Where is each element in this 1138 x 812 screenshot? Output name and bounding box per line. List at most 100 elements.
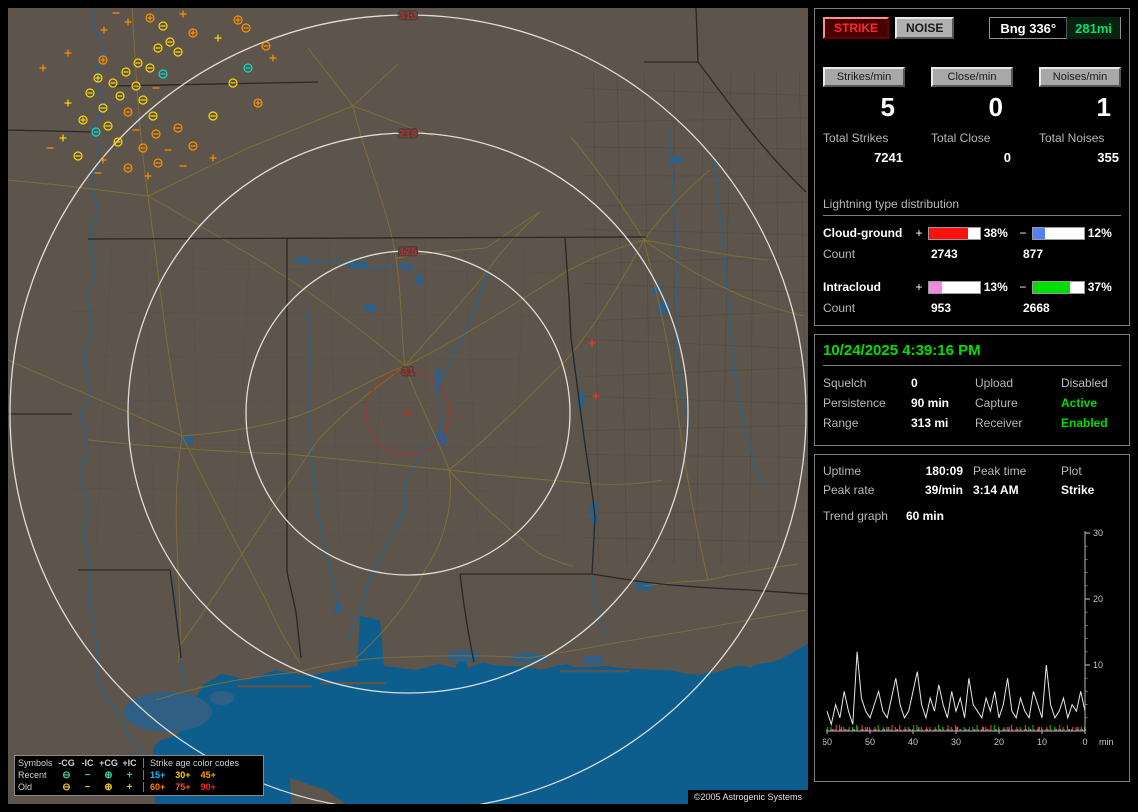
legend-symbol-icon: + (126, 769, 133, 781)
rate-columns: Strikes/min 5 Total Strikes 7241 Close/m… (823, 67, 1121, 165)
persistence-value: 90 min (911, 396, 950, 410)
map-canvas: 313 219 125 31 (8, 8, 808, 804)
legend-symbol-icon: − (84, 769, 91, 781)
cg-positive-bar (927, 226, 981, 240)
trend-graph-label: Trend graph (823, 509, 888, 523)
ring-label-219: 219 (399, 128, 417, 140)
range-label: Range (823, 416, 859, 430)
peak-time-value: 3:14 AM (973, 482, 1019, 497)
noises-column: Noises/min 1 Total Noises 355 (1039, 67, 1121, 165)
legend-row-old: Old ⊖ − ⊕ + 60+ 75+ 90+ (18, 781, 260, 793)
legend-age-code: 45+ (200, 770, 216, 780)
mode-row: STRIKE NOISE Bng 336° 281mi (823, 17, 1121, 39)
ic-positive-count: 953 (931, 301, 952, 315)
squelch-label: Squelch (823, 376, 867, 390)
svg-text:60: 60 (823, 737, 832, 747)
squelch-value: 0 (911, 376, 918, 390)
peak-rate-value: 39/min (924, 482, 963, 497)
svg-text:0: 0 (1082, 737, 1087, 747)
strikes-per-min-button[interactable]: Strikes/min (823, 67, 905, 87)
ic-positive-pct: 13% (983, 280, 1008, 294)
ic-negative-pct: 37% (1087, 280, 1112, 294)
uptime-value: 180:09 (925, 463, 963, 478)
ic-positive-bar (927, 280, 981, 294)
legend-symbol-icon: ⊕ (104, 769, 113, 781)
svg-text:40: 40 (908, 737, 918, 747)
legend-age-code: 15+ (150, 770, 166, 780)
receiver-label: Receiver (975, 416, 1023, 430)
svg-text:30: 30 (951, 737, 961, 747)
cloud-ground-count-row: Count 2743 877 (823, 244, 1121, 264)
legend-symbol-icon: ⊕ (104, 781, 113, 793)
legend-symbol-icon: ⊖ (62, 781, 71, 793)
ring-label-31: 31 (402, 366, 414, 378)
legend-symbol-icon: ⊖ (62, 769, 71, 781)
svg-text:min: min (1099, 737, 1114, 747)
session-row: Peak rate 39/min 3:14 AM Strike (823, 480, 1121, 499)
bearing-value: Bng 336° (1000, 20, 1057, 36)
status-row: Persistence 90 min Capture Active (823, 393, 1121, 413)
ic-negative-count: 2668 (1023, 301, 1050, 315)
legend-col-neg-ic: -IC (81, 758, 94, 768)
legend-age-code: 75+ (175, 782, 191, 792)
noises-per-min-value: 1 (1096, 92, 1111, 122)
total-strikes-label: Total Strikes (823, 131, 889, 145)
capture-value: Active (1061, 396, 1098, 410)
status-row: Range 313 mi Receiver Enabled (823, 413, 1121, 433)
lightning-map[interactable]: 313 219 125 31 Symbols -CG -IC +CG +IC S… (8, 8, 808, 804)
cg-negative-count: 877 (1023, 247, 1044, 261)
legend-symbol-icon: + (126, 781, 133, 793)
svg-text:50: 50 (865, 737, 875, 747)
intracloud-row: Intracloud + 13% − 37% (823, 276, 1121, 298)
strikes-column: Strikes/min 5 Total Strikes 7241 (823, 67, 905, 165)
minus-sign: − (1019, 280, 1027, 294)
cloud-ground-row: Cloud-ground + 38% − 12% (823, 222, 1121, 244)
legend-col-neg-cg: -CG (58, 758, 75, 768)
datetime-display: 10/24/2025 4:39:16 PM (823, 341, 1121, 366)
trend-graph: 10 20 30 60 50 40 30 20 10 0 min (823, 528, 1114, 747)
bearing-range-display: Bng 336° 281mi (989, 17, 1121, 39)
close-per-min-button[interactable]: Close/min (931, 67, 1013, 87)
plus-sign: + (915, 280, 923, 294)
strike-toggle-button[interactable]: STRIKE (823, 17, 890, 39)
plot-value: Strike (1061, 482, 1095, 497)
noise-toggle-button[interactable]: NOISE (895, 17, 955, 39)
legend-row-recent: Recent ⊖ − ⊕ + 15+ 30+ 45+ (18, 769, 260, 781)
intracloud-count-row: Count 953 2668 (823, 298, 1121, 318)
cg-positive-pct: 38% (983, 226, 1008, 240)
legend-header: Symbols -CG -IC +CG +IC Strike age color… (18, 757, 260, 769)
session-row: Uptime 180:09 Peak time Plot (823, 461, 1121, 480)
trend-header: Trend graph 60 min (823, 509, 1121, 523)
close-per-min-value: 0 (988, 92, 1003, 122)
cg-negative-bar (1031, 226, 1085, 240)
total-strikes-value: 7241 (874, 150, 903, 165)
ring-label-313: 313 (399, 10, 417, 22)
status-panel: 10/24/2025 4:39:16 PM Squelch 0 Upload D… (814, 334, 1130, 446)
plus-sign: + (915, 226, 923, 240)
intracloud-label: Intracloud (823, 280, 882, 294)
range-setting-value: 313 mi (911, 416, 949, 430)
ic-negative-bar (1031, 280, 1085, 294)
legend-age-code: 30+ (175, 770, 191, 780)
range-value: 281mi (1066, 17, 1120, 39)
minus-sign: − (1019, 226, 1027, 240)
stats-panel: STRIKE NOISE Bng 336° 281mi Strikes/min … (814, 8, 1130, 326)
receiver-value: Enabled (1061, 416, 1108, 430)
close-column: Close/min 0 Total Close 0 (931, 67, 1013, 165)
svg-text:30: 30 (1093, 528, 1103, 538)
plot-label: Plot (1061, 463, 1082, 478)
upload-label: Upload (975, 376, 1014, 390)
peak-time-label: Peak time (973, 463, 1027, 478)
total-noises-label: Total Noises (1039, 131, 1105, 145)
capture-label: Capture (975, 396, 1018, 410)
cg-positive-count: 2743 (931, 247, 958, 261)
total-close-label: Total Close (931, 131, 991, 145)
svg-text:10: 10 (1093, 660, 1103, 670)
count-label: Count (823, 247, 856, 261)
legend-symbol-icon: − (84, 781, 91, 793)
svg-text:20: 20 (1093, 594, 1103, 604)
legend-col-pos-ic: +IC (122, 758, 137, 768)
noises-per-min-button[interactable]: Noises/min (1039, 67, 1121, 87)
svg-text:20: 20 (994, 737, 1004, 747)
legend-age-code: 60+ (150, 782, 166, 792)
